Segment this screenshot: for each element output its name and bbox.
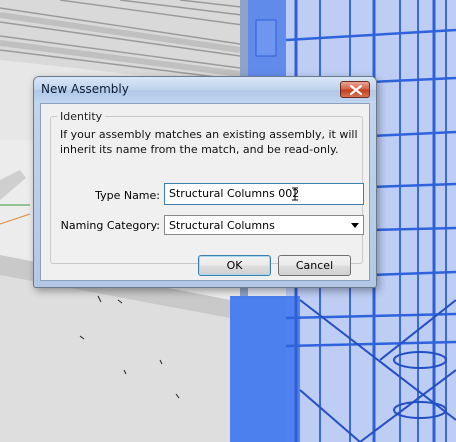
naming-category-value: Structural Columns: [169, 219, 275, 232]
type-name-input[interactable]: Structural Columns 002: [164, 183, 364, 205]
naming-category-label: Naming Category:: [60, 219, 160, 232]
identity-group: Identity If your assembly matches an exi…: [50, 110, 364, 264]
close-button[interactable]: [340, 81, 370, 98]
new-assembly-dialog: New Assembly Identity If your assembly m…: [33, 76, 377, 288]
text-cursor-icon: [292, 187, 298, 201]
ok-button[interactable]: OK: [198, 255, 271, 276]
chevron-down-icon: [351, 223, 359, 228]
naming-category-select[interactable]: Structural Columns: [164, 215, 364, 235]
dialog-title: New Assembly: [41, 82, 129, 96]
close-icon: [350, 85, 362, 95]
type-name-label: Type Name:: [95, 189, 160, 202]
info-text: If your assembly matches an existing ass…: [60, 128, 358, 156]
cancel-button[interactable]: Cancel: [278, 255, 351, 276]
title-bar[interactable]: New Assembly: [34, 77, 376, 103]
identity-group-label: Identity: [57, 110, 106, 123]
type-name-value: Structural Columns 002: [169, 187, 300, 200]
dialog-client-area: Identity If your assembly matches an exi…: [40, 103, 370, 281]
